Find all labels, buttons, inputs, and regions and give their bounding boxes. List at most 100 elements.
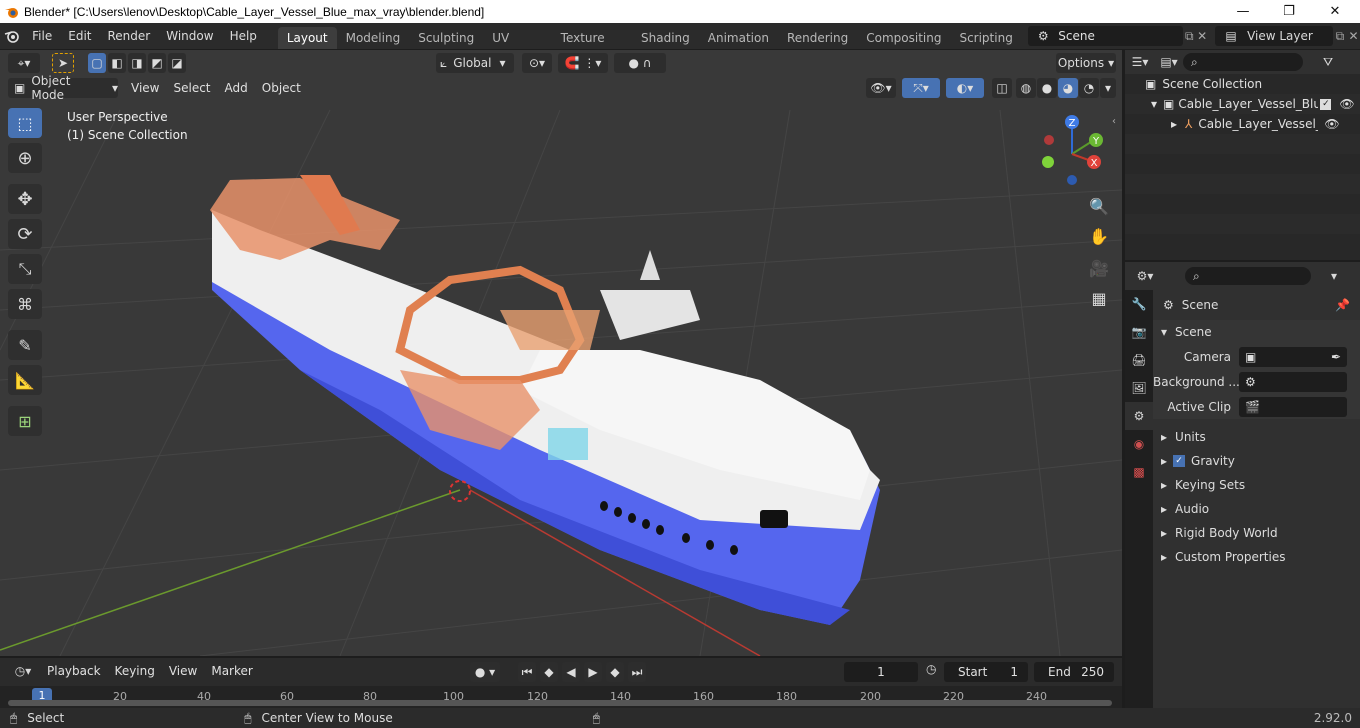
options-dropdown[interactable]: Options ▾	[1056, 53, 1116, 73]
rendered-shading-icon[interactable]: ◔	[1079, 78, 1099, 98]
scale-tool[interactable]: ⤡	[8, 254, 42, 284]
tab-animation[interactable]: Animation	[699, 27, 778, 49]
end-frame-field[interactable]: End 250	[1034, 662, 1114, 682]
scene-close-icon[interactable]: ✕	[1196, 29, 1209, 43]
minimize-button[interactable]: —	[1220, 0, 1266, 23]
next-keyframe-icon[interactable]: ◆	[606, 662, 624, 682]
close-window-button[interactable]: ✕	[1312, 0, 1358, 23]
outliner-row-object[interactable]: ▸ ⅄ Cable_Layer_Vessel_ 👁	[1125, 114, 1360, 134]
tab-scripting[interactable]: Scripting	[950, 27, 1021, 49]
tab-layout[interactable]: Layout	[277, 27, 337, 49]
scene-panel-header[interactable]: ▾ Scene	[1153, 320, 1360, 344]
transform-tool[interactable]: ⌘	[8, 289, 42, 319]
panel-audio[interactable]: ▸ Audio	[1153, 497, 1360, 521]
select-new-icon[interactable]: ▢	[88, 53, 106, 73]
visibility-dropdown[interactable]: 👁▾	[866, 78, 896, 98]
tab-tool[interactable]: 🔧	[1125, 290, 1153, 318]
view-layer-selector[interactable]: ▤ View Layer	[1215, 26, 1333, 46]
pan-view-button[interactable]: ✋	[1085, 222, 1113, 250]
measure-tool[interactable]: 📐	[8, 365, 42, 395]
select-subtract-icon[interactable]: ◨	[128, 53, 146, 73]
select-intersect-icon[interactable]: ◪	[168, 53, 186, 73]
menu-help[interactable]: Help	[222, 25, 265, 47]
outliner-editor-type-icon[interactable]: ☰▾	[1125, 55, 1155, 69]
ortho-toggle-button[interactable]: ▦	[1085, 284, 1113, 312]
annotate-tool[interactable]: ✎	[8, 330, 42, 360]
current-frame-field[interactable]: 1	[844, 662, 918, 682]
menu-marker[interactable]: Marker	[204, 661, 259, 681]
view-layer-copy-icon[interactable]: ⧉	[1333, 29, 1348, 44]
mode-dropdown[interactable]: ▣ Object Mode ▾	[8, 74, 118, 102]
record-icon[interactable]: ● ▾	[470, 662, 500, 682]
menu-file[interactable]: File	[24, 25, 60, 47]
transform-orientation-dropdown[interactable]: ⟀ Global ▾	[436, 53, 514, 73]
timeline-scrollbar[interactable]	[8, 700, 1112, 706]
panel-custom-properties[interactable]: ▸ Custom Properties	[1153, 545, 1360, 569]
solid-shading-icon[interactable]: ●	[1037, 78, 1057, 98]
menu-render[interactable]: Render	[100, 25, 159, 47]
proportional-editing-toggle[interactable]: ● ∩	[614, 53, 666, 73]
sidebar-toggle-icon[interactable]: ‹	[1112, 116, 1116, 127]
menu-select[interactable]: Select	[166, 78, 217, 98]
gizmo-toggle[interactable]: ⤧▾	[902, 78, 940, 98]
cursor-tool[interactable]: ⊕	[8, 143, 42, 173]
3d-viewport[interactable]: ⌖▾ ➤ ▢ ◧ ◨ ◩ ◪ ⟀ Global ▾ ⊙▾ 🧲 ⋮▾ ● ∩ Op…	[0, 50, 1122, 656]
include-checkbox[interactable]: ✓	[1320, 98, 1332, 110]
jump-start-icon[interactable]: ⏮	[518, 662, 536, 682]
camera-field[interactable]: ▣ ✒	[1239, 346, 1347, 367]
move-tool[interactable]: ✥	[8, 184, 42, 214]
filter-icon[interactable]: ⛛	[1323, 55, 1333, 70]
panel-units[interactable]: ▸ Units	[1153, 425, 1360, 449]
maximize-button[interactable]: ❐	[1266, 0, 1312, 23]
select-difference-icon[interactable]: ◩	[148, 53, 166, 73]
view-layer-close-icon[interactable]: ✕	[1347, 29, 1360, 43]
play-icon[interactable]: ▶	[584, 662, 602, 682]
rotate-tool[interactable]: ⟳	[8, 219, 42, 249]
gravity-checkbox[interactable]: ✓	[1173, 455, 1186, 467]
menu-view[interactable]: View	[124, 78, 166, 98]
play-reverse-icon[interactable]: ◀	[562, 662, 580, 682]
active-clip-field[interactable]: 🎬	[1239, 396, 1347, 417]
scene-selector[interactable]: ⚙ Scene	[1028, 26, 1183, 46]
select-tweak-button[interactable]: ➤	[52, 53, 74, 73]
chevron-down-icon[interactable]: ▾	[1331, 269, 1337, 283]
menu-edit[interactable]: Edit	[60, 25, 99, 47]
menu-add[interactable]: Add	[218, 78, 255, 98]
outliner-search-input[interactable]: ⌕	[1183, 53, 1303, 71]
scene-copy-icon[interactable]: ⧉	[1183, 29, 1196, 44]
select-extend-icon[interactable]: ◧	[108, 53, 126, 73]
outliner-row-scene-collection[interactable]: ▣ Scene Collection	[1125, 74, 1360, 94]
shading-options-icon[interactable]: ▾	[1100, 78, 1116, 98]
display-mode-icon[interactable]: ▤▾	[1155, 55, 1183, 69]
jump-end-icon[interactable]: ⏭	[628, 662, 646, 682]
panel-keying-sets[interactable]: ▸ Keying Sets	[1153, 473, 1360, 497]
start-frame-field[interactable]: Start 1	[944, 662, 1028, 682]
panel-gravity[interactable]: ▸ ✓ Gravity	[1153, 449, 1360, 473]
tab-sculpting[interactable]: Sculpting	[409, 27, 483, 49]
tab-texture[interactable]: ▩	[1125, 458, 1153, 486]
prev-keyframe-icon[interactable]: ◆	[540, 662, 558, 682]
tab-compositing[interactable]: Compositing	[857, 27, 950, 49]
menu-object[interactable]: Object	[255, 78, 308, 98]
snapping-toggle[interactable]: 🧲 ⋮▾	[558, 53, 608, 73]
tab-view-layer[interactable]: 🖼	[1125, 374, 1153, 402]
background-field[interactable]: ⚙	[1239, 371, 1347, 392]
menu-keying[interactable]: Keying	[108, 661, 162, 681]
eye-icon[interactable]: 👁	[1324, 117, 1339, 131]
outliner-row-collection[interactable]: ▾ ▣ Cable_Layer_Vessel_Blue ✓ 👁	[1125, 94, 1360, 114]
zoom-view-button[interactable]: 🔍	[1085, 192, 1113, 220]
eye-icon[interactable]: 👁	[1339, 97, 1354, 111]
tab-rendering[interactable]: Rendering	[778, 27, 857, 49]
xray-toggle[interactable]: ◫	[992, 78, 1012, 98]
tab-shading[interactable]: Shading	[632, 27, 699, 49]
material-shading-icon[interactable]: ◕	[1058, 78, 1078, 98]
select-box-tool[interactable]: ⬚	[8, 108, 42, 138]
camera-view-button[interactable]: 🎥	[1085, 254, 1113, 282]
wireframe-shading-icon[interactable]: ◍	[1016, 78, 1036, 98]
properties-editor-type-icon[interactable]: ⚙▾	[1125, 269, 1165, 283]
add-cube-tool[interactable]: ⊞	[8, 406, 42, 436]
properties-search-input[interactable]: ⌕	[1185, 267, 1311, 285]
tab-uv-editing[interactable]: UV Editing	[483, 27, 551, 67]
eyedropper-icon[interactable]: ✒	[1331, 347, 1341, 367]
pivot-point-dropdown[interactable]: ⊙▾	[522, 53, 552, 73]
